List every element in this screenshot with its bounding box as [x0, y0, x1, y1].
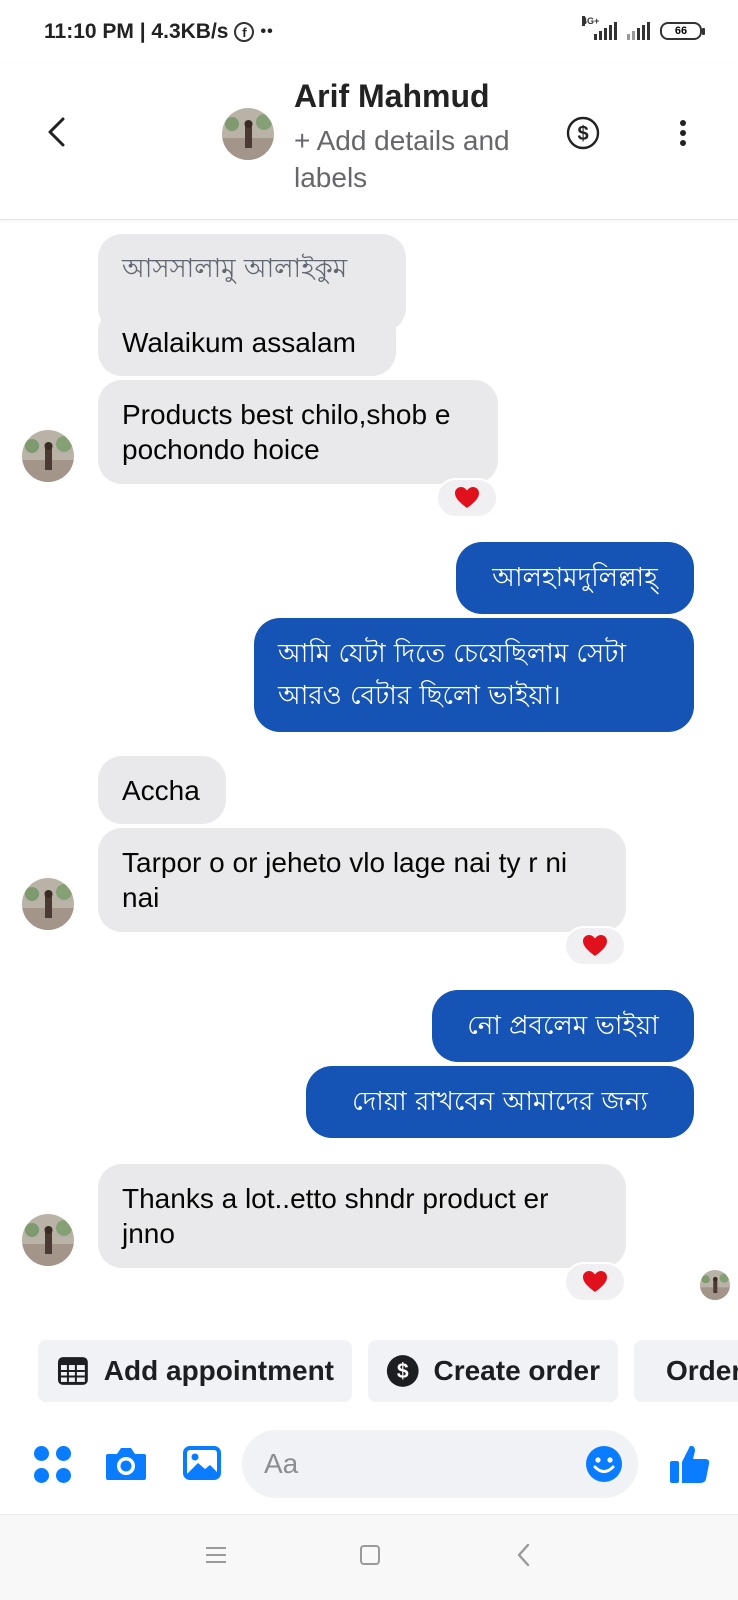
heart-reaction[interactable] — [564, 926, 626, 966]
conversation-header: Arif Mahmud + Add details and labels $ — [0, 64, 738, 220]
contact-avatar-small[interactable] — [22, 1214, 74, 1266]
more-notifications-icon: •• — [260, 23, 274, 40]
svg-text:$: $ — [397, 1360, 409, 1383]
status-left: 11:10 PM | 4.3KB/s f •• — [44, 20, 274, 44]
message-text: আসসালামু আলাইকুম — [122, 254, 348, 284]
dollar-circle-icon: $ — [386, 1355, 419, 1387]
message-incoming[interactable]: Walaikum assalam — [98, 308, 396, 376]
calendar-icon — [57, 1357, 88, 1385]
contact-avatar-small[interactable] — [22, 878, 74, 930]
back-arrow-icon[interactable] — [38, 114, 74, 150]
heart-reaction[interactable] — [564, 1262, 626, 1302]
heart-icon — [455, 487, 479, 508]
message-incoming[interactable]: Tarpor o or jeheto vlo lage nai ty r ni … — [98, 828, 626, 932]
message-incoming[interactable]: Products best chilo,shob e pochondo hoic… — [98, 380, 498, 484]
message-outgoing[interactable]: নো প্রবলেম ভাইয়া — [432, 990, 694, 1062]
battery-icon: 66 — [660, 22, 705, 40]
message-text: দোয়া রাখবেন আমাদের জন্য — [352, 1086, 648, 1117]
message-input-container — [242, 1430, 638, 1498]
message-incoming[interactable]: Accha — [98, 756, 226, 824]
contact-avatar[interactable] — [222, 108, 274, 160]
heart-icon — [583, 1271, 607, 1292]
system-navigation-bar — [0, 1514, 738, 1600]
contact-avatar-small[interactable] — [22, 430, 74, 482]
add-appointment-button[interactable]: Add appointment — [38, 1340, 352, 1402]
message-text: Products best chilo,shob e pochondo hoic… — [122, 399, 451, 465]
message-outgoing[interactable]: দোয়া রাখবেন আমাদের জন্য — [306, 1066, 694, 1138]
create-order-button[interactable]: $ Create order — [368, 1340, 618, 1402]
facebook-notification-icon: f — [234, 22, 255, 42]
thumbs-up-icon[interactable] — [668, 1442, 712, 1491]
signal-4g-icon: 4G+ — [582, 16, 617, 40]
network-type: 4G+ — [582, 16, 600, 26]
heart-icon — [583, 935, 607, 956]
battery-level: 66 — [674, 25, 688, 37]
message-text: Thanks a lot..etto shndr product er jnno — [122, 1183, 549, 1249]
message-text: Walaikum assalam — [122, 326, 356, 358]
recent-apps-icon[interactable] — [206, 1547, 226, 1563]
apps-icon[interactable] — [34, 1446, 72, 1484]
message-text: Tarpor o or jeheto vlo lage nai ty r ni … — [122, 847, 568, 913]
status-bar: 11:10 PM | 4.3KB/s f •• 4G+ 66 — [0, 0, 738, 64]
status-time-speed: 11:10 PM | 4.3KB/s — [44, 20, 229, 43]
message-text: আমি যেটা দিতে চেয়েছিলাম সেটা আরও বেটার … — [278, 639, 626, 711]
system-back-icon[interactable] — [516, 1543, 530, 1572]
message-composer — [0, 1430, 738, 1510]
seen-avatar — [700, 1270, 730, 1300]
message-text: Accha — [122, 774, 200, 806]
message-incoming[interactable]: Thanks a lot..etto shndr product er jnno — [98, 1164, 626, 1268]
more-vertical-icon[interactable] — [668, 116, 698, 150]
message-outgoing[interactable]: আলহামদুলিল্লাহ্ — [456, 542, 694, 614]
home-icon[interactable] — [360, 1545, 380, 1565]
dollar-circle-icon[interactable]: $ — [566, 116, 600, 150]
create-order-label: Create order — [433, 1355, 600, 1386]
emoji-icon[interactable] — [584, 1444, 624, 1489]
orders-button[interactable]: Orders — [634, 1340, 738, 1402]
svg-text:$: $ — [577, 123, 588, 145]
message-text: নো প্রবলেম ভাইয়া — [467, 1010, 659, 1041]
status-right: 4G+ 66 — [582, 16, 705, 40]
add-appointment-label: Add appointment — [103, 1355, 334, 1386]
message-input[interactable] — [264, 1442, 564, 1486]
message-outgoing[interactable]: আমি যেটা দিতে চেয়েছিলাম সেটা আরও বেটার … — [254, 618, 694, 732]
image-icon[interactable] — [182, 1444, 222, 1487]
heart-reaction[interactable] — [436, 478, 498, 518]
camera-icon[interactable] — [104, 1444, 148, 1487]
orders-label: Orders — [666, 1355, 738, 1386]
add-details-link[interactable]: + Add details and labels — [294, 122, 514, 196]
contact-name: Arif Mahmud — [294, 78, 490, 114]
message-text: আলহামদুলিল্লাহ্ — [492, 562, 658, 593]
signal-icon — [627, 22, 650, 40]
